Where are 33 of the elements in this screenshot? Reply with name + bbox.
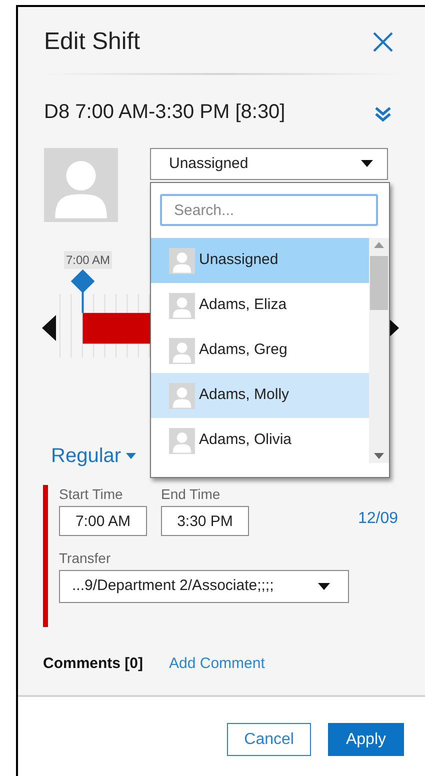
caret-icon (318, 582, 330, 590)
transfer-select[interactable]: ...9/Department 2/Associate;;;; (59, 570, 349, 603)
apply-button[interactable]: Apply (328, 723, 404, 756)
person-icon (169, 382, 195, 408)
dialog-title: Edit Shift (44, 27, 140, 57)
caret-icon (361, 160, 373, 168)
shift-summary: D8 7:00 AM-3:30 PM [8:30] (44, 100, 286, 125)
add-comment-link[interactable]: Add Comment (169, 653, 265, 676)
scroll-down-icon[interactable] (374, 453, 384, 459)
start-time-field[interactable]: 7:00 AM (59, 506, 147, 536)
scrollbar[interactable] (369, 238, 389, 463)
field-label: Transfer (59, 549, 112, 567)
time-marker-label: 7:00 AM (64, 251, 112, 269)
end-time-field[interactable]: 3:30 PM (161, 506, 249, 536)
search-field[interactable]: Search... (160, 194, 378, 226)
pay-code-dropdown[interactable]: Regular (51, 441, 136, 471)
caret-icon (126, 453, 136, 459)
assignee-select[interactable]: Unassigned (150, 148, 388, 180)
field-label: End Time (161, 485, 222, 503)
comments-label: Comments [0] (43, 654, 144, 674)
scrollbar-thumb[interactable] (370, 256, 388, 310)
person-icon (169, 248, 195, 274)
previous-arrow[interactable] (42, 315, 56, 341)
dropdown-option[interactable]: Unassigned (151, 238, 369, 283)
avatar-icon (44, 148, 118, 222)
field-label: Start Time (59, 485, 124, 503)
person-icon (169, 338, 195, 364)
shift-date: 12/09 (358, 509, 398, 529)
scroll-up-icon[interactable] (374, 242, 384, 248)
person-icon (169, 428, 195, 454)
cancel-button[interactable]: Cancel (227, 723, 311, 756)
person-icon (169, 292, 195, 318)
dropdown-option[interactable]: Adams, Molly (151, 373, 369, 418)
